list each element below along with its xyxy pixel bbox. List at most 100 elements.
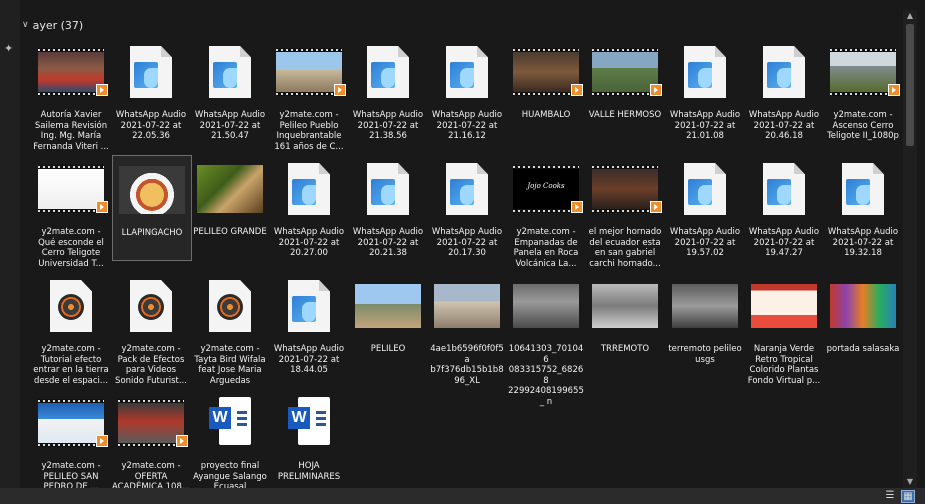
audio-file-icon [428,155,506,223]
audio-file-icon [270,272,348,340]
file-tile-t25[interactable]: y2mate.com - Tayta Bird Wifala feat Jose… [191,272,269,386]
audio-file-icon [367,163,409,215]
details-view-icon[interactable]: ☰ [884,490,896,501]
file-tile-t35[interactable]: y2mate.com - OFERTA ACADÉMICA 108... [112,389,190,493]
audio-file-icon [428,38,506,106]
file-tile-t22[interactable]: WhatsApp Audio 2021-07-22 at 19.32.18 [824,155,902,259]
scroll-down-icon[interactable]: ▼ [903,476,917,488]
file-name-label: PELILEO GRANDE [193,227,267,237]
audio-file-icon [666,38,744,106]
large-icons-view-icon[interactable]: ▦ [901,490,915,503]
file-tile-t32[interactable]: Naranja Verde Retro Tropical Colorido Pl… [745,272,823,386]
file-tile-t21[interactable]: WhatsApp Audio 2021-07-22 at 19.47.27 [745,155,823,259]
file-name-label: WhatsApp Audio 2021-07-22 at 21.16.12 [431,110,503,141]
file-name-label: HUAMBALO [521,110,571,120]
audio-file-icon [130,46,172,98]
file-tile-t19[interactable]: el mejor hornado del ecuador esta en san… [586,155,664,269]
audio-file-icon [191,38,269,106]
file-name-label: y2mate.com - Tayta Bird Wifala feat Jose… [194,344,266,386]
video-thumbnail [276,48,346,96]
image-thumbnail [666,272,744,340]
image-thumbnail [434,284,500,328]
file-name-label: y2mate.com - Pelileo Pueblo Inquebrantab… [274,110,344,152]
image-thumbnail [191,155,269,223]
vertical-scrollbar[interactable]: ▲ ▼ [903,10,917,488]
file-tile-t27[interactable]: PELILEO [349,272,427,376]
file-tile-t11[interactable]: y2mate.com - Ascenso Cerro Teligote II_1… [824,38,902,142]
audio-file-icon [842,163,884,215]
file-name-label: y2mate.com - Empanadas de Panela en Roca… [513,227,579,269]
file-tile-t15[interactable]: WhatsApp Audio 2021-07-22 at 20.27.00 [270,155,348,259]
video-thumbnail [507,38,585,106]
file-tile-t5[interactable]: WhatsApp Audio 2021-07-22 at 21.38.56 [349,38,427,142]
file-tile-t26[interactable]: WhatsApp Audio 2021-07-22 at 18.44.05 [270,272,348,376]
file-name-label: PELILEO [370,344,406,354]
navigation-pane-edge[interactable]: ✦ [0,0,20,504]
file-tile-t6[interactable]: WhatsApp Audio 2021-07-22 at 21.16.12 [428,38,506,142]
file-tile-t23[interactable]: y2mate.com - Tutorial efecto entrar en l… [32,272,110,386]
video-thumbnail [513,48,583,96]
audio-file-icon [446,163,488,215]
video-thumbnail [38,399,108,447]
play-badge-icon [96,435,108,447]
file-tile-t24[interactable]: y2mate.com - Pack de Efectos para Videos… [112,272,190,386]
file-tile-t33[interactable]: portada salasaka [824,272,902,376]
file-tile-t28[interactable]: 4ae1b6596f0f0f5a b7f376db15b1b8 96_XL [428,272,506,386]
file-name-label: y2mate.com - Pack de Efectos para Videos… [115,344,187,386]
image-thumbnail [428,272,506,340]
word-document-icon: W [270,389,348,457]
chevron-down-icon: ∨ [22,20,29,30]
word-document-icon: W [209,397,251,449]
file-tile-t18[interactable]: Jojo Cooks y2mate.com - Empanadas de Pane… [507,155,585,269]
file-tile-t14[interactable]: PELILEO GRANDE [191,155,269,259]
play-badge-icon [96,84,108,96]
file-tile-t4[interactable]: y2mate.com - Pelileo Pueblo Inquebrantab… [270,38,348,152]
video-thumbnail [830,48,900,96]
audio-file-icon [349,38,427,106]
image-thumbnail [355,284,421,328]
group-header[interactable]: ∨ ayer (37) [22,15,83,35]
file-tile-t30[interactable]: TRREMOTO [586,272,664,376]
file-tile-t10[interactable]: WhatsApp Audio 2021-07-22 at 20.46.18 [745,38,823,142]
file-name-label: WhatsApp Audio 2021-07-22 at 21.01.08 [669,110,741,141]
audio-file-icon [112,38,190,106]
file-tile-t8[interactable]: VALLE HERMOSO [586,38,664,142]
file-tile-t9[interactable]: WhatsApp Audio 2021-07-22 at 21.01.08 [666,38,744,142]
word-document-icon: W [288,397,330,449]
video-thumbnail [586,155,664,223]
file-tile-t13[interactable]: LLAPINGACHO [112,155,192,261]
file-tile-t31[interactable]: terremoto pelileo usgs [666,272,744,376]
file-tile-t36[interactable]: Wproyecto final Ayangue Salango Ecuasal [191,389,269,493]
video-thumbnail [38,48,108,96]
file-tile-t7[interactable]: HUAMBALO [507,38,585,142]
audio-file-icon [367,46,409,98]
image-thumbnail [751,284,817,328]
file-tile-t34[interactable]: y2mate.com - PELILEO SAN PEDRO DE ... [32,389,110,493]
file-name-label: WhatsApp Audio 2021-07-22 at 19.32.18 [827,227,899,258]
file-tile-t37[interactable]: W HOJA PRELIMINARES [270,389,348,493]
file-tile-t2[interactable]: WhatsApp Audio 2021-07-22 at 22.05.36 [112,38,190,142]
file-tile-t16[interactable]: WhatsApp Audio 2021-07-22 at 20.21.38 [349,155,427,259]
audio-file-icon [349,155,427,223]
play-badge-icon [334,84,346,96]
scroll-up-icon[interactable]: ▲ [903,10,917,22]
audio-file-icon [684,163,726,215]
file-tile-t3[interactable]: WhatsApp Audio 2021-07-22 at 21.50.47 [191,38,269,142]
file-tile-t17[interactable]: WhatsApp Audio 2021-07-22 at 20.17.30 [428,155,506,259]
file-tile-t12[interactable]: y2mate.com - Qué esconde el Cerro Teligo… [32,155,110,269]
file-name-label: WhatsApp Audio 2021-07-22 at 20.21.38 [352,227,424,258]
play-badge-icon [176,435,188,447]
video-logo-text: Jojo Cooks [527,182,565,190]
image-thumbnail [349,272,427,340]
scrollbar-thumb[interactable] [906,24,914,146]
file-name-label: Naranja Verde Retro Tropical Colorido Pl… [747,344,821,386]
file-name-label: WhatsApp Audio 2021-07-22 at 22.05.36 [115,110,187,141]
video-thumbnail [586,38,664,106]
file-tile-t1[interactable]: Autoría Xavier Sailema Revisión Ing. Mg.… [32,38,110,152]
file-name-label: WhatsApp Audio 2021-07-22 at 20.46.18 [748,110,820,141]
play-badge-icon [571,201,583,213]
file-tile-t29[interactable]: 10641303_701046 083315752_68268 22992408… [507,272,585,407]
audio-file-icon [763,163,805,215]
file-tile-t20[interactable]: WhatsApp Audio 2021-07-22 at 19.57.02 [666,155,744,259]
audio-file-icon [763,46,805,98]
